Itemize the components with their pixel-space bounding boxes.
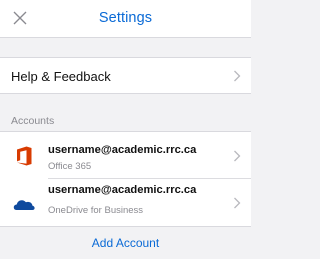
accounts-list: username@academic.rrc.ca Office 365 user…	[0, 131, 251, 227]
page-title: Settings	[98, 10, 153, 26]
help-feedback-label: Help & Feedback	[11, 69, 111, 84]
account-item-office365[interactable]: username@academic.rrc.ca Office 365	[0, 132, 251, 179]
add-account-button[interactable]: Add Account	[0, 236, 251, 250]
settings-screen: Settings Help & Feedback Accounts userna…	[0, 0, 251, 259]
account-email: username@academic.rrc.ca	[48, 184, 197, 196]
office-365-icon	[17, 146, 32, 166]
account-item-onedrive[interactable]: username@academic.rrc.ca OneDrive for Bu…	[0, 179, 251, 226]
chevron-right-icon	[234, 197, 241, 209]
accounts-section-label: Accounts	[11, 115, 55, 127]
account-email: username@academic.rrc.ca	[48, 144, 197, 156]
account-service: Office 365	[48, 161, 92, 172]
chevron-right-icon	[234, 70, 241, 82]
account-service: OneDrive for Business	[48, 205, 144, 216]
help-feedback-row[interactable]: Help & Feedback	[0, 57, 251, 94]
onedrive-icon	[13, 200, 35, 210]
header-bar: Settings	[0, 0, 251, 38]
chevron-right-icon	[234, 150, 241, 162]
